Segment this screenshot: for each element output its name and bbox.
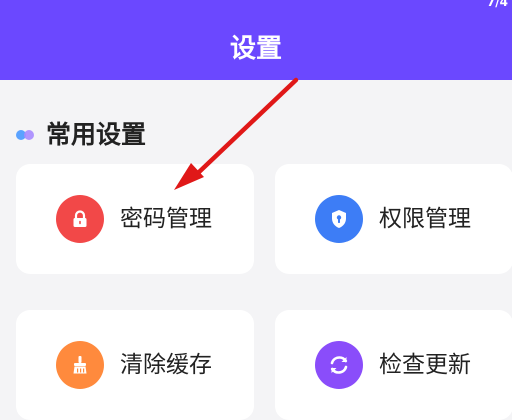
password-management-label: 密码管理: [120, 206, 212, 232]
status-bar-text: 7/4: [486, 0, 508, 9]
section-title: 常用设置: [46, 120, 147, 149]
password-management-card[interactable]: 密码管理: [16, 164, 254, 274]
lock-icon: [56, 195, 104, 243]
shield-icon: [315, 195, 363, 243]
clear-cache-label: 清除缓存: [120, 352, 212, 378]
refresh-icon: [315, 341, 363, 389]
header-bar: 设置 7/4: [0, 0, 512, 80]
check-update-card[interactable]: 检查更新: [275, 310, 512, 420]
broom-icon: [56, 341, 104, 389]
section-dots-icon: [16, 129, 40, 141]
permission-management-label: 权限管理: [379, 206, 471, 232]
section-header: 常用设置: [16, 118, 146, 152]
permission-management-card[interactable]: 权限管理: [275, 164, 512, 274]
clear-cache-card[interactable]: 清除缓存: [16, 310, 254, 420]
page-title: 设置: [229, 34, 282, 64]
check-update-label: 检查更新: [379, 352, 471, 378]
